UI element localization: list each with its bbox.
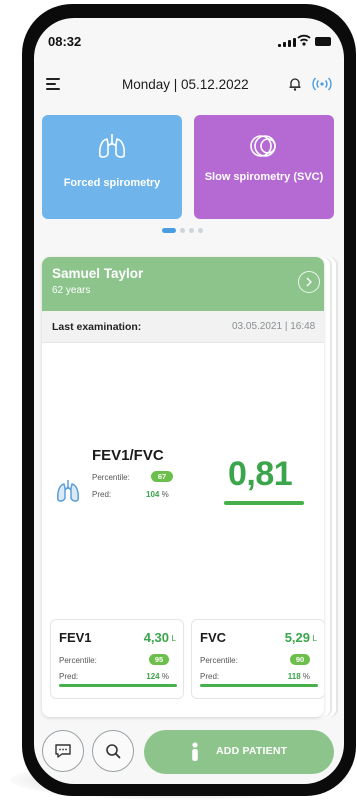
fev1-fvc-metric: FEV1/FVC Percentile: 67 Pred: 104 % 0,81 bbox=[42, 447, 324, 527]
hamburger-menu-icon[interactable] bbox=[46, 78, 60, 90]
metric-name: FEV1 bbox=[59, 630, 92, 645]
slow-spirometry-label: Slow spirometry (SVC) bbox=[204, 171, 324, 183]
status-time: 08:32 bbox=[48, 34, 82, 49]
metric-unit: L bbox=[312, 634, 317, 643]
last-examination-row: Last examination: 03.05.2021 | 16:48 bbox=[42, 311, 324, 343]
wifi-icon bbox=[297, 34, 311, 46]
percentile-badge: 95 bbox=[149, 654, 169, 665]
stage: 08:32 Monday | 05.12.2022 Forced spirome… bbox=[0, 0, 357, 802]
carousel-dot[interactable] bbox=[198, 228, 203, 233]
patient-age: 62 years bbox=[52, 285, 91, 296]
pred-label: Pred: bbox=[59, 672, 79, 681]
forced-spirometry-tile[interactable]: Forced spirometry bbox=[42, 115, 182, 219]
chat-icon bbox=[55, 744, 71, 758]
metric-value: 5,29 bbox=[284, 630, 310, 645]
pred-value: 124 % bbox=[146, 672, 169, 681]
slow-spirometry-tile[interactable]: Slow spirometry (SVC) bbox=[194, 115, 334, 219]
last-examination-label: Last examination: bbox=[52, 321, 142, 333]
metric-value: 0,81 bbox=[228, 455, 293, 493]
forced-spirometry-label: Forced spirometry bbox=[63, 177, 161, 189]
concentric-circles-icon bbox=[250, 135, 276, 157]
carousel-dot[interactable] bbox=[180, 228, 185, 233]
pred-label: Pred: bbox=[92, 490, 112, 499]
app-screen: 08:32 Monday | 05.12.2022 Forced spirome… bbox=[34, 18, 344, 784]
carousel-pagination bbox=[162, 228, 203, 233]
wireless-signal-icon[interactable] bbox=[312, 75, 332, 93]
add-patient-button[interactable]: ADD PATIENT bbox=[144, 730, 334, 774]
battery-icon bbox=[315, 37, 331, 46]
patient-name: Samuel Taylor bbox=[52, 266, 144, 281]
pred-label: Pred: bbox=[200, 672, 220, 681]
percentile-label: Percentile: bbox=[59, 656, 97, 665]
test-type-carousel: Forced spirometry Slow spirometry (SVC) bbox=[42, 115, 344, 219]
percentile-label: Percentile: bbox=[92, 473, 130, 482]
carousel-dot-active[interactable] bbox=[162, 228, 176, 233]
patient-card: Samuel Taylor 62 years Last examination:… bbox=[42, 257, 324, 717]
fev1-metric-card[interactable]: FEV1 4,30 L Percentile: 95 Pred: 124 % bbox=[50, 619, 184, 699]
metric-value: 4,30 bbox=[143, 630, 169, 645]
patient-open-button[interactable] bbox=[298, 271, 320, 293]
bottom-action-bar: ADD PATIENT bbox=[34, 726, 344, 776]
percentile-label: Percentile: bbox=[200, 656, 238, 665]
pred-value: 118 % bbox=[287, 672, 310, 681]
metric-underline bbox=[224, 501, 304, 505]
lungs-icon bbox=[98, 134, 126, 158]
last-examination-date: 03.05.2021 | 16:48 bbox=[232, 321, 316, 332]
app-header: Monday | 05.12.2022 bbox=[34, 70, 344, 108]
patient-header[interactable]: Samuel Taylor 62 years bbox=[42, 257, 324, 311]
metric-unit: L bbox=[171, 634, 176, 643]
metric-underline bbox=[200, 684, 318, 687]
chat-button[interactable] bbox=[42, 730, 84, 772]
metric-name: FEV1/FVC bbox=[92, 447, 164, 464]
percentile-badge: 67 bbox=[151, 471, 173, 482]
percentile-badge: 90 bbox=[290, 654, 310, 665]
fvc-metric-card[interactable]: FVC 5,29 L Percentile: 90 Pred: 118 % bbox=[191, 619, 324, 699]
person-icon bbox=[192, 742, 198, 761]
lungs-icon bbox=[57, 480, 79, 502]
search-button[interactable] bbox=[92, 730, 134, 772]
search-icon bbox=[106, 744, 121, 759]
chevron-right-icon bbox=[306, 277, 312, 287]
carousel-dot[interactable] bbox=[189, 228, 194, 233]
pred-value: 104 % bbox=[146, 490, 169, 499]
cellular-signal-icon bbox=[278, 37, 296, 47]
metric-underline bbox=[59, 684, 177, 687]
status-bar: 08:32 bbox=[34, 18, 344, 70]
add-patient-label: ADD PATIENT bbox=[216, 745, 288, 757]
metric-name: FVC bbox=[200, 630, 226, 645]
bell-icon[interactable] bbox=[288, 76, 302, 92]
header-date: Monday | 05.12.2022 bbox=[122, 77, 249, 92]
